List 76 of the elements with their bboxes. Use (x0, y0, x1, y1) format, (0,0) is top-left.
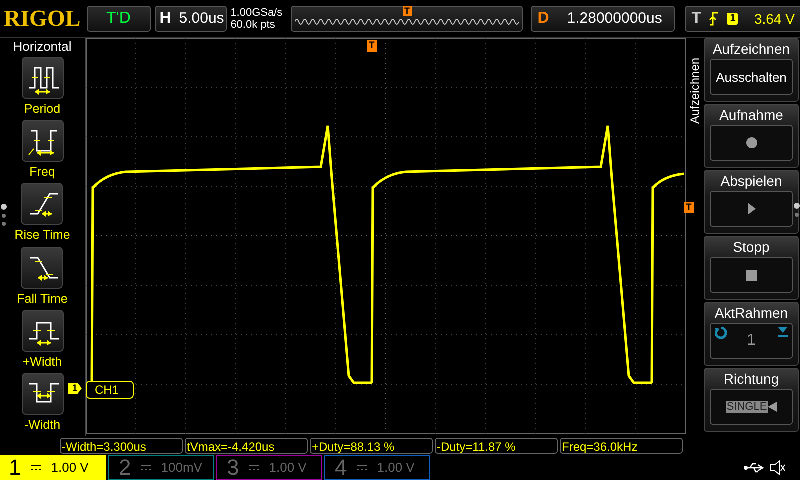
channel-label: CH1 (86, 381, 134, 399)
trigger-level: 3.64 V (754, 10, 795, 26)
channel-scale: 1.00 V (269, 460, 307, 475)
measure-label: -Width (24, 418, 61, 432)
measure-label: Rise Time (14, 228, 70, 242)
rising-edge-icon (709, 12, 720, 26)
page-dots-icon (794, 203, 800, 219)
dc-coupling-icon (31, 464, 42, 470)
measure-button[interactable] (22, 120, 64, 162)
softkey-title: Stopp (733, 239, 770, 255)
softkey-button[interactable] (710, 125, 793, 161)
channel-number: 1 (9, 454, 22, 480)
overview-wave-icon (294, 16, 519, 26)
channel-tab[interactable]: 3 1.00 V (216, 455, 322, 480)
softkey-title: Aufzeichnen (712, 41, 790, 57)
timebase-panel[interactable]: H 5.00us (154, 6, 227, 32)
dc-coupling-icon (141, 464, 152, 470)
play-icon (748, 203, 756, 215)
measurement-readout: -Width=3.300us (60, 438, 183, 454)
delay-value: 1.28000000us (567, 10, 662, 27)
delay-panel[interactable]: D 1.28000000us (530, 6, 675, 32)
trigger-position-marker: T (402, 6, 412, 16)
softkey-button[interactable] (710, 257, 793, 293)
channel-number: 2 (119, 454, 132, 480)
measure-button[interactable] (21, 246, 64, 289)
channel-scale: 100mV (161, 460, 202, 475)
trigger-source: 1 (727, 12, 738, 24)
measurement-readout: Freq=36.0kHz (560, 438, 683, 454)
channel-tab[interactable]: 2 100mV (108, 455, 214, 480)
brand-logo: RIGOL (4, 4, 81, 32)
trigger-level-marker: T (684, 202, 694, 213)
measure-button[interactable] (22, 372, 64, 415)
stop-icon (746, 270, 757, 280)
trigger-panel[interactable]: T 1 3.64 V (684, 6, 800, 32)
softkey-title: AktRahmen (714, 305, 788, 321)
page-dots-icon (1, 204, 7, 228)
usb-icon (744, 462, 764, 472)
timebase-value: 5.00us (179, 10, 224, 27)
memory-depth: 60.0k pts (230, 18, 276, 30)
channel-scale: 1.00 V (51, 460, 89, 475)
menu-title: Aufzeichnen (688, 56, 702, 124)
trigger-position-marker: T (367, 40, 377, 52)
horizontal-label: H (160, 10, 172, 28)
channel-tab[interactable]: 4 1.00 V (324, 455, 430, 480)
softkey-button[interactable]: Ausschalten (710, 59, 793, 95)
trigger-label: T (692, 10, 702, 28)
measurement-readout: -Duty=11.87 % (435, 438, 558, 454)
menu-title: Horizontal (13, 39, 72, 54)
measure-label: Fall Time (17, 292, 68, 306)
measure-button[interactable] (22, 57, 64, 99)
dc-coupling-icon (249, 464, 260, 470)
measure-label: Period (24, 102, 61, 116)
record-icon (746, 137, 758, 149)
delay-label: D (538, 10, 550, 28)
dc-coupling-icon (357, 464, 368, 470)
run-status: T'D (86, 6, 151, 32)
softkey-button[interactable]: SINGLE (710, 389, 793, 425)
rotate-icon (715, 327, 727, 339)
channel-marker: 1 (68, 383, 82, 394)
measurement-readout: tVmax=-4.420us (185, 438, 308, 454)
channel-number: 4 (335, 454, 348, 480)
measure-label: +Width (22, 354, 62, 369)
sample-rate: 1.00GSa/s (230, 6, 284, 18)
channel-number: 3 (227, 454, 240, 480)
measurement-readout: +Duty=88.13 % (310, 438, 433, 454)
measure-button[interactable] (21, 183, 64, 226)
speaker-muted-icon (770, 460, 786, 476)
softkey-title: Abspielen (720, 173, 782, 189)
measure-button[interactable] (22, 310, 64, 352)
softkey-title: Richtung (724, 371, 780, 387)
softkey-button[interactable]: 1 (710, 323, 793, 359)
measure-label: Freq (30, 165, 56, 180)
channel-tab[interactable]: 1 1.00 V (0, 455, 106, 480)
softkey-title: Aufnahme (720, 107, 784, 123)
left-arrow-icon (768, 402, 778, 412)
channel-scale: 1.00 V (377, 460, 415, 475)
